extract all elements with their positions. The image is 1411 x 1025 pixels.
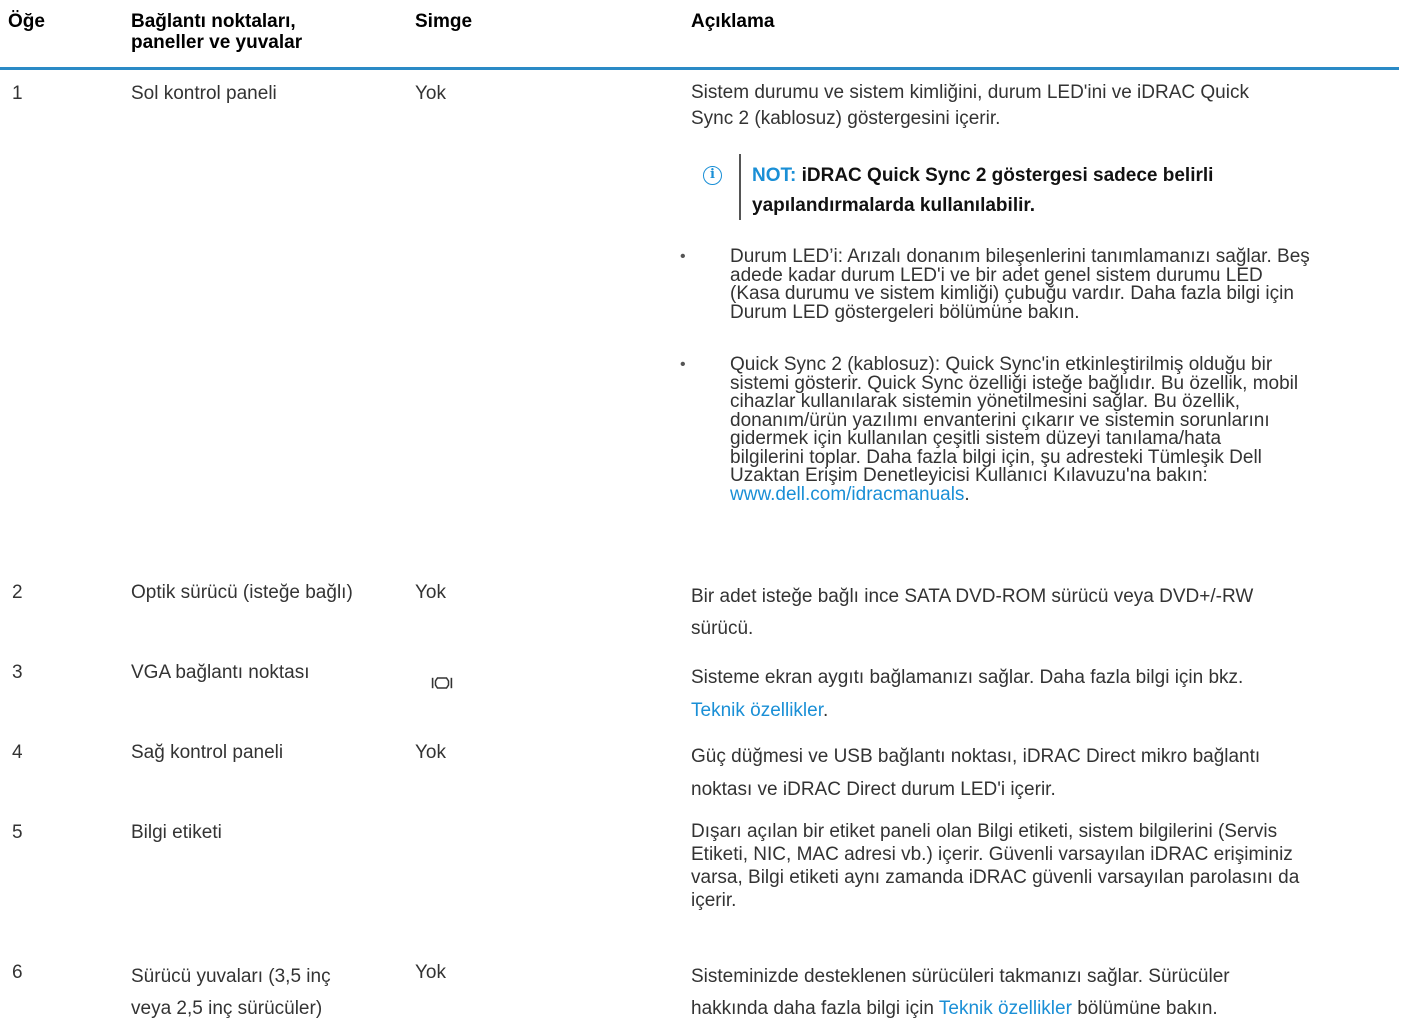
bullet-2-line: gidermek için kullanılan çeşitli sistem …	[730, 428, 1222, 449]
row-1-desc-line2: Sync 2 (kablosuz) göstergesini içerir.	[691, 108, 1001, 129]
row-5-desc-line: varsa, Bilgi etiketi aynı zamanda iDRAC …	[691, 867, 1300, 888]
row-2-name: Optik sürücü (isteğe bağlı)	[131, 582, 353, 603]
row-6-tech-specs-link[interactable]: Teknik özellikler	[939, 998, 1072, 1019]
bullet-2-line: Quick Sync 2 (kablosuz): Quick Sync'in e…	[730, 354, 1273, 375]
row-2-desc-line1: Bir adet isteğe bağlı ince SATA DVD-ROM …	[691, 586, 1254, 607]
row-3-tech-specs-link[interactable]: Teknik özellikler	[691, 700, 823, 721]
row-6-description: Sisteminizde desteklenen sürücüleri takm…	[691, 961, 1391, 1025]
bullet-2-period: .	[964, 483, 970, 505]
row-2-icon-text: Yok	[415, 582, 446, 603]
row-3-period: .	[823, 700, 829, 721]
row-1-name: Sol kontrol paneli	[131, 83, 277, 104]
header-description: Açıklama	[691, 11, 775, 32]
header-rule	[0, 67, 1399, 70]
header-icon: Simge	[415, 11, 473, 32]
row-6-desc-line2-end: bölümüne bakın.	[1071, 998, 1218, 1019]
row-4-description: Güç düğmesi ve USB bağlantı noktası, iDR…	[691, 740, 1391, 806]
row-6-number: 6	[12, 962, 23, 983]
row-3-desc-line1: Sisteme ekran aygıtı bağlamanızı sağlar.…	[691, 667, 1244, 688]
row-5-number: 5	[12, 822, 23, 843]
note: NOT: iDRAC Quick Sync 2 göstergesi sadec…	[752, 161, 1372, 221]
row-6-name-line2: veya 2,5 inç sürücüler)	[131, 998, 323, 1019]
header-ports-line1: Bağlantı noktaları,	[131, 11, 296, 32]
row-3-number: 3	[12, 662, 23, 683]
row-1-desc-line1: Sistem durumu ve sistem kimliğini, durum…	[691, 82, 1249, 103]
row-4-desc-line2: noktası ve iDRAC Direct durum LED'i içer…	[691, 779, 1056, 800]
row-1-number: 1	[12, 83, 23, 104]
row-6-icon-text: Yok	[415, 962, 446, 983]
row-5-name: Bilgi etiketi	[131, 822, 222, 843]
row-4-desc-line1: Güç düğmesi ve USB bağlantı noktası, iDR…	[691, 746, 1261, 767]
bullet-1-marker: •	[680, 248, 686, 265]
row-2-desc-line2: sürücü.	[691, 618, 754, 639]
note-divider	[739, 154, 741, 220]
row-4-number: 4	[12, 742, 23, 763]
bullet-2-line: cihazlar kullanılarak sistemin yönetilme…	[730, 391, 1241, 412]
idrac-manuals-link[interactable]: www.dell.com/idracmanuals	[730, 484, 964, 505]
bullet-2-marker: •	[680, 356, 686, 373]
vga-port-icon	[431, 677, 453, 689]
row-5-description: Dışarı açılan bir etiket paneli olan Bil…	[691, 820, 1391, 912]
note-line1: iDRAC Quick Sync 2 göstergesi sadece bel…	[796, 165, 1214, 186]
row-6-desc-line1: Sisteminizde desteklenen sürücüleri takm…	[691, 966, 1230, 987]
row-6-name: Sürücü yuvaları (3,5 inç veya 2,5 inç sü…	[131, 961, 331, 1025]
bullet-1-line: Durum LED göstergeleri bölümüne bakın.	[730, 301, 1080, 323]
note-label: NOT:	[752, 165, 797, 186]
info-icon: i	[703, 166, 722, 185]
row-5-desc-line: Dışarı açılan bir etiket paneli olan Bil…	[691, 821, 1278, 842]
header-item: Öğe	[8, 11, 45, 32]
bullet-2: Quick Sync 2 (kablosuz): Quick Sync'in e…	[730, 354, 1390, 505]
bullet-1: Durum LED’i: Arızalı donanım bileşenleri…	[730, 246, 1390, 323]
row-1-icon-text: Yok	[415, 83, 446, 104]
row-4-name: Sağ kontrol paneli	[131, 742, 284, 763]
header-ports-line2: paneller ve yuvalar	[131, 32, 303, 53]
row-5-desc-line: Etiketi, NIC, MAC adresi vb.) içerir. Gü…	[691, 844, 1293, 865]
row-3-description: Sisteme ekran aygıtı bağlamanızı sağlar.…	[691, 661, 1391, 727]
bullet-1-line: Durum LED’i: Arızalı donanım bileşenleri…	[730, 246, 1310, 267]
row-2-number: 2	[12, 582, 23, 603]
bullet-1-line: (Kasa durumu ve sistem kimliği) çubuğu v…	[730, 283, 1294, 304]
row-1-description: Sistem durumu ve sistem kimliğini, durum…	[691, 80, 1391, 132]
row-2-description: Bir adet isteğe bağlı ince SATA DVD-ROM …	[691, 581, 1391, 645]
row-3-name: VGA bağlantı noktası	[131, 662, 310, 683]
row-6-name-line1: Sürücü yuvaları (3,5 inç	[131, 966, 331, 987]
row-5-desc-line: içerir.	[691, 890, 737, 911]
row-4-icon-text: Yok	[415, 742, 446, 763]
row-6-desc-line2-start: hakkında daha fazla bilgi için	[691, 998, 939, 1019]
note-line2: yapılandırmalarda kullanılabilir.	[752, 195, 1035, 216]
